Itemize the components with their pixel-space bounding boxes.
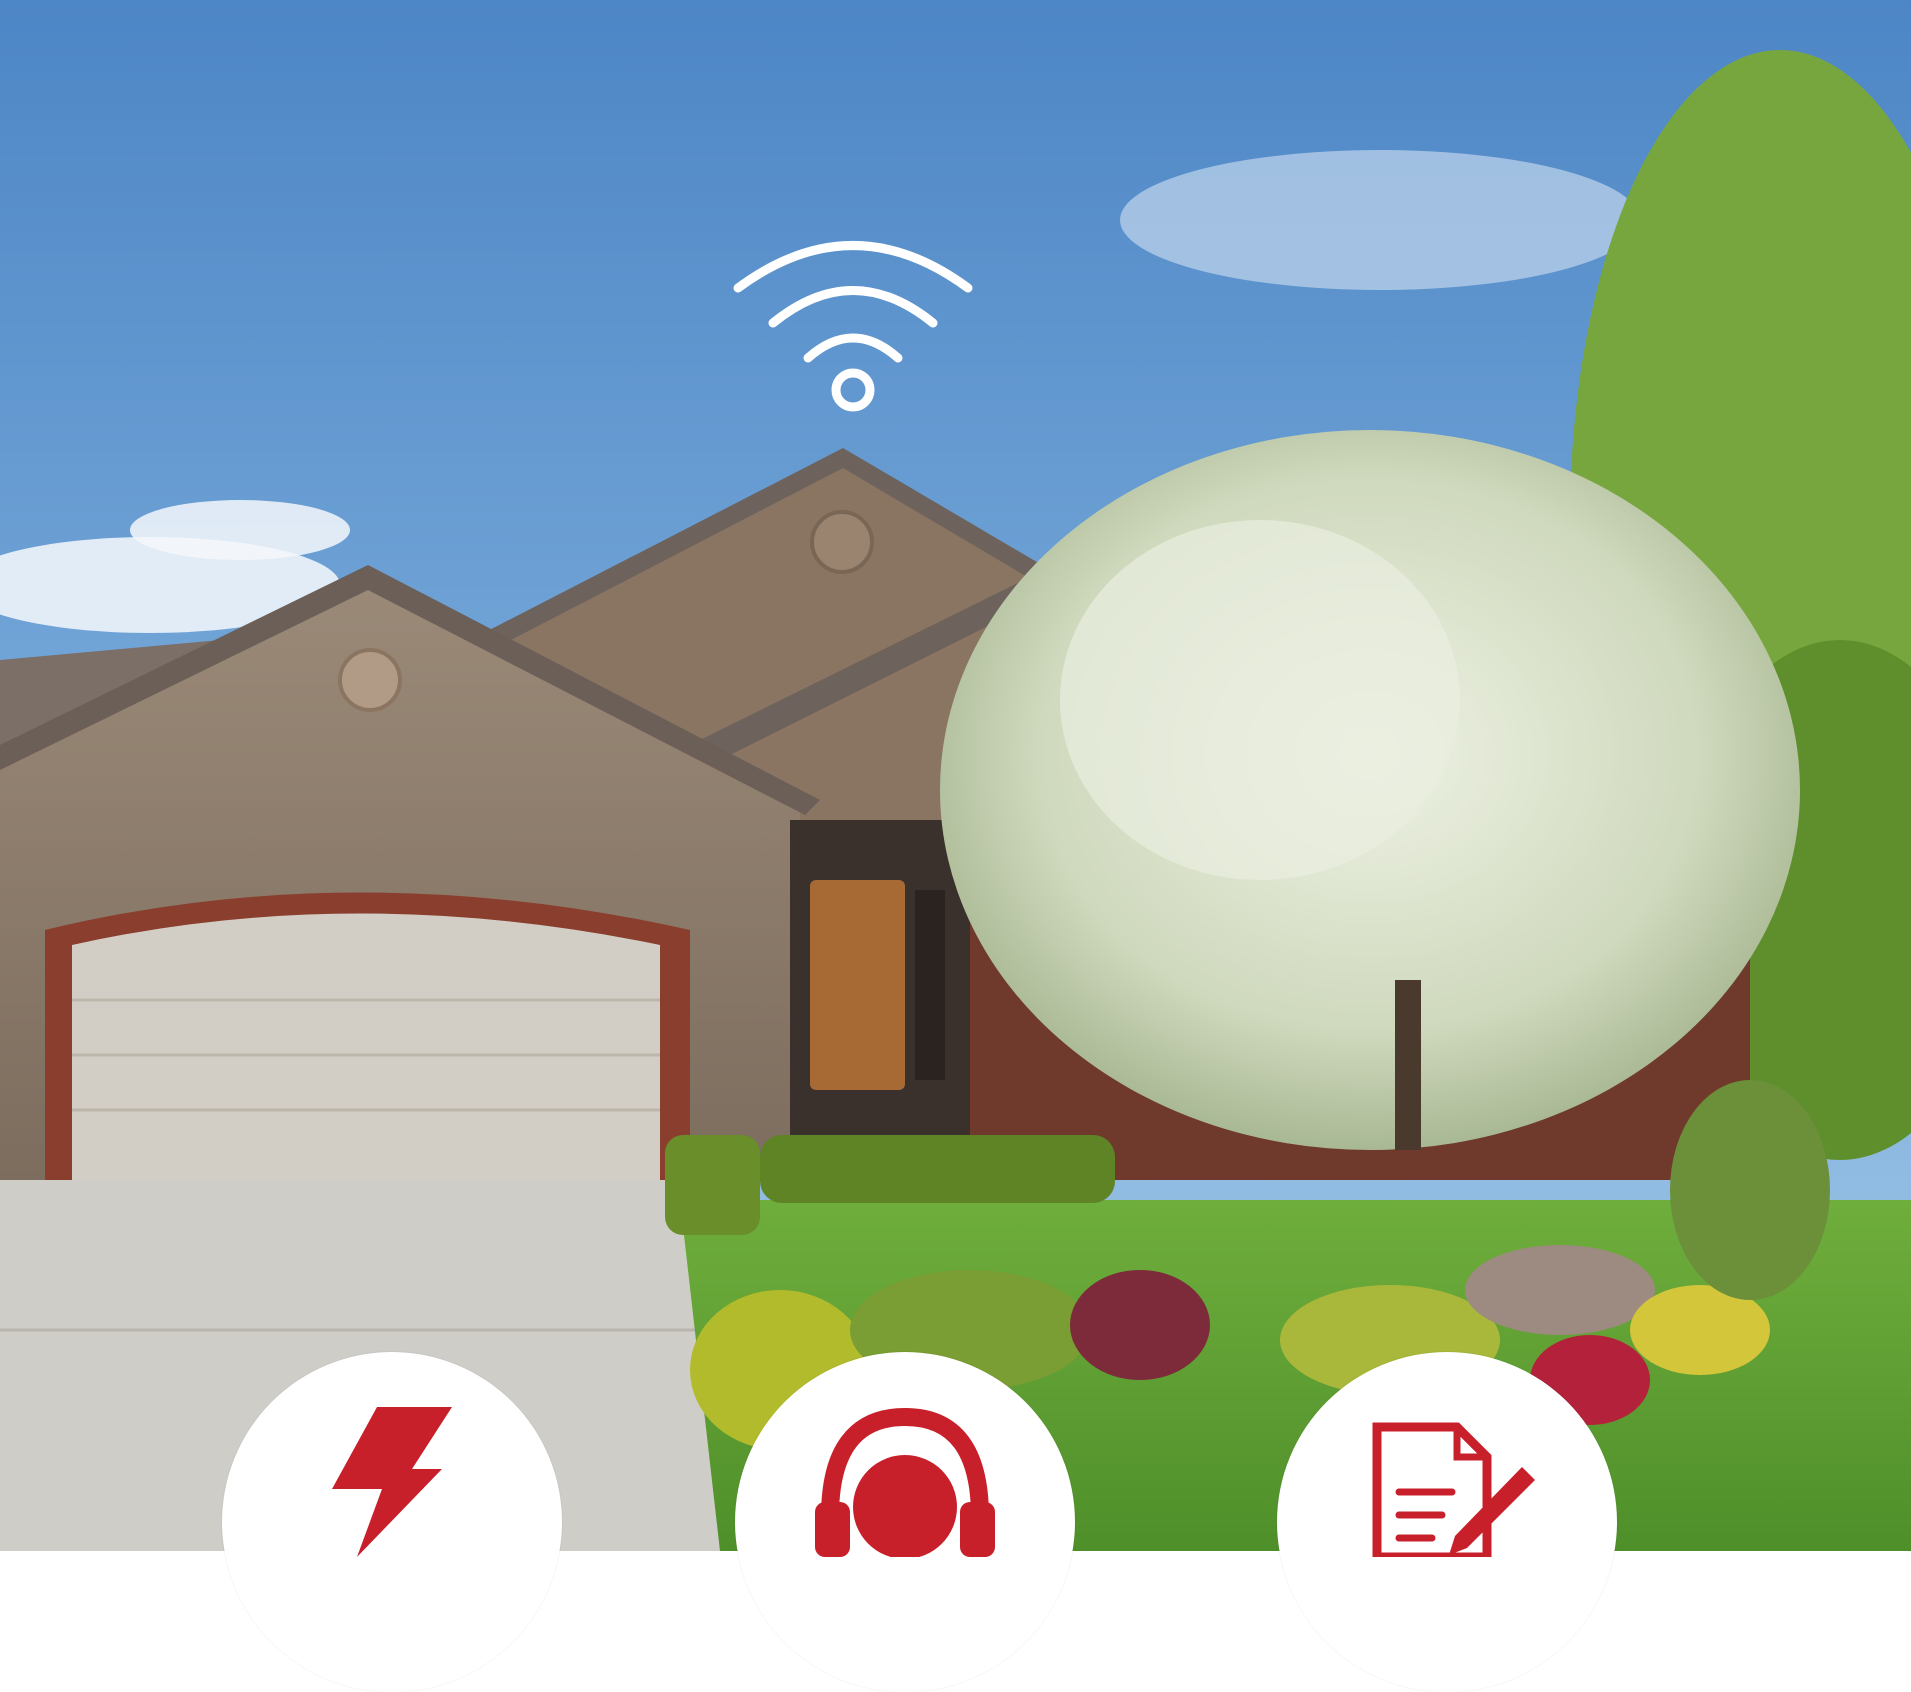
sidelight — [915, 890, 945, 1080]
wifi-icon — [728, 218, 978, 422]
garage-door — [72, 913, 660, 1180]
support-feature-circle — [735, 1352, 1075, 1692]
cloud — [1120, 150, 1640, 290]
gable-vent — [810, 510, 874, 574]
boulder — [1465, 1245, 1655, 1335]
contract-feature-circle — [1277, 1352, 1617, 1692]
blossom-tree — [1060, 520, 1460, 880]
document-pen-icon — [1372, 1422, 1535, 1557]
shrub — [1070, 1270, 1210, 1380]
hedge — [665, 1135, 760, 1235]
headset-support-icon — [815, 1407, 995, 1557]
tree-trunk — [1395, 980, 1421, 1150]
speed-feature-circle — [222, 1352, 562, 1692]
shrub — [1670, 1080, 1830, 1300]
cloud — [130, 500, 350, 560]
lightning-bolt-icon — [332, 1407, 452, 1557]
hedge — [760, 1135, 1115, 1203]
front-door — [810, 880, 905, 1090]
gable-vent — [338, 648, 402, 712]
